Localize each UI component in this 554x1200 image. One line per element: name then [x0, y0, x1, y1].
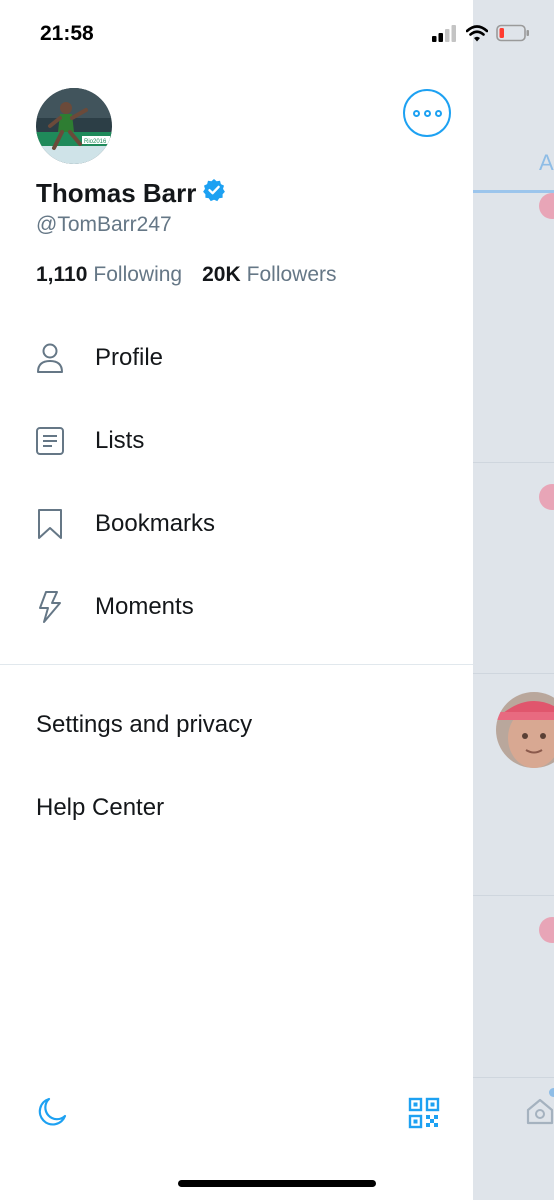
timeline-separator — [473, 895, 554, 896]
follow-stats: 1,110 Following 20K Followers — [36, 263, 337, 287]
timeline-separator — [473, 462, 554, 463]
followers-count: 20K — [202, 263, 241, 286]
timeline-tab-underline — [473, 190, 554, 193]
followers-label: Followers — [246, 263, 337, 286]
more-dot-icon — [412, 109, 420, 117]
home-indicator[interactable] — [178, 1180, 376, 1187]
screen: A 21:58 Rio2016 Thomas Barr @TomBarr247 … — [0, 0, 554, 1200]
help-center-link[interactable]: Help Center — [36, 794, 164, 822]
display-name: Thomas Barr — [36, 178, 197, 208]
menu-item-moments[interactable]: Moments — [0, 572, 473, 642]
more-dot-icon — [423, 109, 431, 117]
like-heart-icon[interactable] — [539, 193, 554, 219]
wifi-icon — [465, 24, 489, 47]
following-count: 1,110 — [36, 263, 88, 286]
verified-badge-icon — [202, 178, 226, 209]
more-options-button[interactable] — [403, 89, 451, 137]
menu-item-lists[interactable]: Lists — [0, 406, 473, 476]
tab-bar-separator — [473, 1077, 554, 1078]
list-icon — [34, 425, 66, 457]
menu-item-label: Bookmarks — [95, 510, 216, 537]
timeline-tab-label[interactable]: A — [539, 150, 554, 176]
profile-avatar[interactable]: Rio2016 — [36, 88, 112, 164]
menu-item-label: Profile — [95, 344, 164, 371]
home-tab-icon[interactable] — [525, 1096, 554, 1131]
bookmark-icon — [34, 508, 66, 540]
avatar-banner-text: Rio2016 — [84, 139, 107, 145]
profile-name-row[interactable]: Thomas Barr — [36, 178, 226, 209]
menu-item-bookmarks[interactable]: Bookmarks — [0, 489, 473, 559]
signal-icon — [432, 24, 458, 47]
moon-icon — [36, 1097, 68, 1132]
following-label: Following — [93, 263, 183, 286]
new-tweets-dot — [549, 1088, 554, 1097]
timeline-background[interactable]: A — [473, 0, 554, 1200]
profile-handle: @TomBarr247 — [36, 213, 172, 236]
like-heart-icon[interactable] — [539, 484, 554, 510]
followers-stat[interactable]: 20K Followers — [202, 263, 336, 287]
lightning-icon — [34, 591, 66, 623]
menu-divider — [0, 664, 473, 665]
settings-and-privacy-link[interactable]: Settings and privacy — [36, 711, 252, 739]
following-stat[interactable]: 1,110 Following — [36, 263, 182, 287]
side-drawer: 21:58 Rio2016 Thomas Barr @TomBarr247 1,… — [0, 0, 529, 1200]
qr-code-button[interactable] — [408, 1097, 440, 1134]
timeline-separator — [473, 673, 554, 674]
person-icon — [34, 342, 66, 374]
status-time: 21:58 — [40, 22, 94, 45]
menu-item-label: Lists — [95, 427, 145, 454]
qr-code-icon — [408, 1097, 440, 1133]
status-icons — [432, 24, 530, 47]
tweet-author-avatar[interactable] — [496, 692, 554, 768]
like-heart-icon[interactable] — [539, 917, 554, 943]
battery-icon — [496, 24, 530, 47]
menu-item-profile[interactable]: Profile — [0, 323, 473, 393]
night-mode-button[interactable] — [36, 1096, 68, 1133]
more-dot-icon — [434, 109, 442, 117]
menu-item-label: Moments — [95, 593, 194, 620]
